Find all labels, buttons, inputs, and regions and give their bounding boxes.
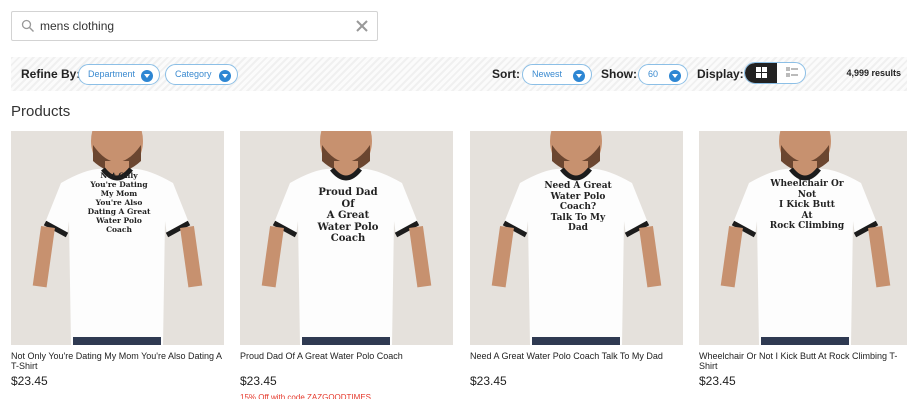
product-title[interactable]: Need A Great Water Polo Coach Talk To My… [470, 351, 683, 371]
grid-icon [756, 67, 767, 78]
shirt-print-line: Talk To My [550, 212, 606, 223]
grid-view-button[interactable] [745, 63, 777, 83]
shirt-print-line: Dating A Great [87, 207, 151, 216]
shirt-print-line: My Mom [100, 189, 138, 198]
shirt-print-line: A Great [326, 210, 370, 221]
department-dropdown-label: Department [88, 69, 136, 79]
products-heading: Products [11, 103, 71, 120]
shirt-print-line: Coach [330, 233, 366, 244]
shirt-print-line: At [801, 210, 813, 221]
tshirt-model-image [699, 131, 907, 345]
product-price: $23.45 [11, 374, 48, 388]
search-input[interactable] [40, 16, 350, 36]
chevron-down-icon [141, 70, 153, 82]
clear-icon[interactable] [354, 18, 370, 34]
tshirt-model-image [11, 131, 224, 345]
shirt-print-line: You're Also [95, 198, 143, 207]
display-toggle [744, 62, 806, 84]
category-dropdown[interactable]: Category [165, 64, 238, 85]
shirt-print-text: Proud Dad Of A Great Water Polo Coach [310, 187, 386, 245]
list-icon [786, 67, 798, 77]
product-card[interactable]: Proud Dad Of A Great Water Polo Coach Proud D… [240, 131, 453, 399]
search-icon [21, 19, 34, 32]
product-title[interactable]: Not Only You're Dating My Mom You're Als… [11, 351, 224, 371]
shirt-print-line: You're Dating [90, 180, 148, 189]
shirt-print-text: Not Only You're Dating My Mom You're Also Da… [81, 171, 157, 234]
shirt-print-line: Water Polo [550, 191, 606, 202]
promo-text: 15% Off with code ZAZGOODTIMES [240, 393, 371, 399]
chevron-down-icon [219, 70, 231, 82]
shirt-print-line: Coach? [559, 202, 597, 212]
product-price: $23.45 [699, 374, 736, 388]
sort-dropdown-value: Newest [532, 69, 563, 79]
product-price: $23.45 [470, 374, 507, 388]
show-dropdown[interactable]: 60 [638, 64, 688, 85]
refine-by-label: Refine By: [21, 67, 81, 81]
results-count: 4,999 results [846, 68, 901, 78]
shirt-print-text: Wheelchair Or Not I Kick Butt At Rock Climbi… [769, 179, 845, 232]
shirt-print-text: Need A Great Water Polo Coach? Talk To My Da… [540, 181, 616, 234]
shirt-print-line: I Kick Butt [779, 200, 835, 210]
product-title[interactable]: Proud Dad Of A Great Water Polo Coach [240, 351, 453, 371]
shirt-print-line: Wheelchair Or [770, 179, 844, 189]
shirt-print-line: Of [341, 198, 355, 210]
list-view-button[interactable] [778, 63, 805, 83]
display-label: Display: [697, 67, 744, 81]
category-dropdown-label: Category [175, 69, 212, 79]
show-label: Show: [601, 67, 637, 81]
shirt-print-line: Not [797, 189, 817, 200]
shirt-print-line: Proud Dad [318, 187, 378, 198]
shirt-print-line: Not Only [100, 171, 138, 180]
product-image[interactable]: Proud Dad Of A Great Water Polo Coach [240, 131, 453, 345]
chevron-down-icon [669, 70, 681, 82]
refine-bar: Refine By: Department Category Sort: New… [11, 57, 907, 91]
sort-dropdown[interactable]: Newest [522, 64, 592, 85]
product-card[interactable]: Wheelchair Or Not I Kick Butt At Rock Climbi… [699, 131, 907, 388]
product-image[interactable]: Need A Great Water Polo Coach? Talk To My Da… [470, 131, 683, 345]
product-image[interactable]: Wheelchair Or Not I Kick Butt At Rock Climbi… [699, 131, 907, 345]
shirt-print-line: Water Polo [96, 216, 142, 225]
shirt-print-line: Need A Great [544, 181, 612, 191]
sort-label: Sort: [492, 67, 520, 81]
shirt-print-line: Coach [106, 225, 132, 234]
chevron-down-icon [573, 70, 585, 82]
shirt-print-line: Rock Climbing [769, 221, 845, 231]
product-card[interactable]: Need A Great Water Polo Coach? Talk To My Da… [470, 131, 683, 388]
search-box[interactable] [11, 11, 378, 41]
shirt-print-line: Dad [568, 223, 588, 233]
product-price: $23.45 [240, 374, 277, 388]
tshirt-model-image [470, 131, 683, 345]
product-card[interactable]: Not Only You're Dating My Mom You're Also Da… [11, 131, 224, 388]
show-dropdown-value: 60 [648, 69, 659, 79]
product-image[interactable]: Not Only You're Dating My Mom You're Also Da… [11, 131, 224, 345]
shirt-print-line: Water Polo [317, 221, 379, 233]
department-dropdown[interactable]: Department [78, 64, 160, 85]
product-title[interactable]: Wheelchair Or Not I Kick Butt At Rock Cl… [699, 351, 907, 371]
